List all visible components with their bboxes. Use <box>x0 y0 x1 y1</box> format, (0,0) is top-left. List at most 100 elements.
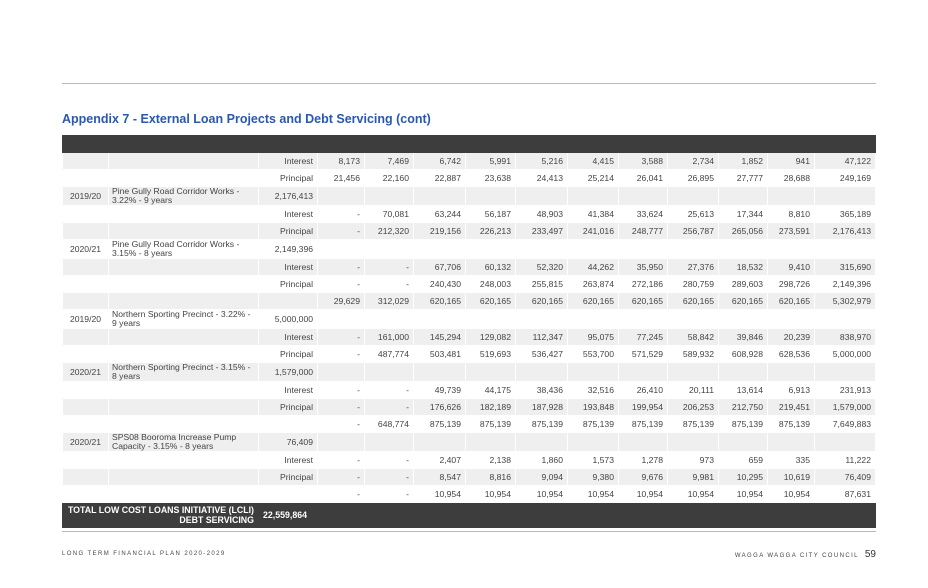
project-cell <box>108 398 259 416</box>
year-cell <box>62 275 109 293</box>
year-cell <box>62 398 109 416</box>
value-cell: 240,430 <box>413 275 466 293</box>
table-row: Principal - -240,430 248,003 255,815 263,874 2… <box>62 275 876 293</box>
value-cell <box>814 362 876 382</box>
project-cell: Pine Gully Road Corridor Works - 3.15% -… <box>108 239 259 259</box>
total-empty-cell <box>718 502 768 528</box>
value-cell: - <box>317 398 365 416</box>
value-cell: 10,954 <box>667 485 719 503</box>
value-cell: 5,000,000 <box>814 345 876 363</box>
value-cell: 41,384 <box>567 205 619 223</box>
value-cell: 233,497 <box>515 222 568 240</box>
value-cell: 60,132 <box>465 258 516 276</box>
row-label-cell: 2,176,413 <box>258 186 318 206</box>
project-cell <box>108 381 259 399</box>
value-cell: 145,294 <box>413 328 466 346</box>
value-cell: - <box>317 415 365 433</box>
value-cell: 10,619 <box>767 468 815 486</box>
value-cell: 620,165 <box>718 292 768 310</box>
year-cell <box>62 345 109 363</box>
table-row: Interest -70,081 63,244 56,187 48,903 41,384 3… <box>62 205 876 223</box>
table-row: Interest 8,173 7,469 6,742 5,991 5,216 4,415 3,… <box>62 152 876 170</box>
total-empty-cell <box>317 502 365 528</box>
value-cell <box>718 309 768 329</box>
year-cell <box>62 468 109 486</box>
value-cell: 2,138 <box>465 451 516 469</box>
row-label-cell <box>258 485 318 503</box>
row-label-cell: Interest <box>258 381 318 399</box>
value-cell: 26,895 <box>667 169 719 187</box>
value-cell: 6,913 <box>767 381 815 399</box>
value-cell <box>667 362 719 382</box>
value-cell: 875,139 <box>667 415 719 433</box>
value-cell <box>814 432 876 452</box>
value-cell: 47,122 <box>814 152 876 170</box>
value-cell: - <box>317 328 365 346</box>
value-cell: 20,239 <box>767 328 815 346</box>
value-cell: 9,981 <box>667 468 719 486</box>
page-number: 59 <box>864 549 876 560</box>
year-cell: 2019/20 <box>62 186 109 206</box>
value-cell: - <box>317 451 365 469</box>
value-cell: 249,169 <box>814 169 876 187</box>
value-cell: - <box>364 258 414 276</box>
year-cell: 2020/21 <box>62 362 109 382</box>
value-cell: 17,344 <box>718 205 768 223</box>
value-cell: 25,214 <box>567 169 619 187</box>
total-empty-cell <box>618 502 668 528</box>
value-cell <box>767 362 815 382</box>
value-cell: 67,706 <box>413 258 466 276</box>
project-cell <box>108 292 259 310</box>
value-cell <box>567 239 619 259</box>
value-cell: 58,842 <box>667 328 719 346</box>
year-cell: 2019/20 <box>62 309 109 329</box>
value-cell: 9,676 <box>618 468 668 486</box>
project-cell <box>108 468 259 486</box>
value-cell: 10,954 <box>465 485 516 503</box>
row-label-cell: Principal <box>258 275 318 293</box>
value-cell <box>465 432 516 452</box>
value-cell: 226,213 <box>465 222 516 240</box>
value-cell <box>413 362 466 382</box>
value-cell: 22,160 <box>364 169 414 187</box>
value-cell: 193,848 <box>567 398 619 416</box>
value-cell: 608,928 <box>718 345 768 363</box>
row-label-cell <box>258 292 318 310</box>
value-cell: 219,156 <box>413 222 466 240</box>
year-cell <box>62 381 109 399</box>
value-cell: 70,081 <box>364 205 414 223</box>
value-cell <box>515 362 568 382</box>
value-cell: 231,913 <box>814 381 876 399</box>
value-cell: - <box>364 275 414 293</box>
project-cell <box>108 258 259 276</box>
value-cell: 315,690 <box>814 258 876 276</box>
total-row: TOTAL LOW COST LOANS INITIATIVE (LCLI) D… <box>62 502 876 528</box>
bottom-rule <box>62 531 876 532</box>
value-cell: 44,262 <box>567 258 619 276</box>
year-cell <box>62 205 109 223</box>
project-cell: Northern Sporting Precinct - 3.22% - 9 y… <box>108 309 259 329</box>
row-label-cell: Principal <box>258 468 318 486</box>
value-cell <box>667 309 719 329</box>
value-cell: 659 <box>718 451 768 469</box>
value-cell: 112,347 <box>515 328 568 346</box>
value-cell: 620,165 <box>618 292 668 310</box>
value-cell: 3,588 <box>618 152 668 170</box>
value-cell: 182,189 <box>465 398 516 416</box>
row-label-cell: Interest <box>258 328 318 346</box>
table-row: Principal 21,456 22,160 22,887 23,638 24,413 2… <box>62 169 876 187</box>
value-cell: 22,887 <box>413 169 466 187</box>
value-cell <box>718 239 768 259</box>
value-cell: 219,451 <box>767 398 815 416</box>
table-header-row <box>62 135 876 153</box>
value-cell: 5,216 <box>515 152 568 170</box>
value-cell: 620,165 <box>567 292 619 310</box>
row-label-cell: 1,579,000 <box>258 362 318 382</box>
value-cell: 487,774 <box>364 345 414 363</box>
table-row: Interest - -2,407 2,138 1,860 1,573 1,278 973 65… <box>62 451 876 469</box>
value-cell: 256,787 <box>667 222 719 240</box>
value-cell: 875,139 <box>465 415 516 433</box>
value-cell <box>413 186 466 206</box>
table-row: Principal -212,320 219,156 226,213 233,497 24… <box>62 222 876 240</box>
value-cell <box>364 309 414 329</box>
